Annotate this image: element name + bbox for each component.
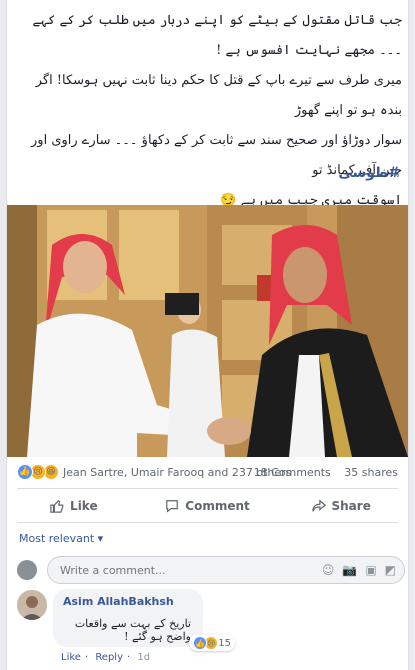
comment-tools: ☺ 📷 ▣ ◩ — [314, 563, 396, 577]
emoji-icon[interactable]: ☺ — [322, 563, 335, 577]
engagement-counts: 18 Comments 35 shares — [244, 466, 398, 479]
comment-icon — [166, 500, 179, 513]
post-line-1: جب قاتل مقتول کے بیٹے کو اپنے دربار میں … — [32, 13, 402, 58]
share-icon — [311, 499, 326, 512]
divider — [17, 488, 398, 489]
post-line-2: میری طرف سے تیرے باپ کے قتل کا حکم دینا … — [35, 73, 402, 118]
photo-illustration — [7, 205, 408, 457]
comment-reply-link[interactable]: Reply — [95, 652, 123, 663]
comment-author-avatar[interactable] — [17, 590, 47, 620]
comment-button[interactable]: Comment — [141, 493, 275, 519]
post-photo[interactable] — [7, 205, 408, 457]
hashtag-link[interactable]: #طوسی — [338, 165, 400, 181]
thumbs-up-icon — [50, 499, 64, 513]
current-user-avatar — [17, 560, 37, 580]
comment-timestamp[interactable]: 1d — [137, 652, 150, 663]
comment-input[interactable] — [58, 562, 314, 578]
like-label: Like — [70, 499, 98, 513]
like-button[interactable]: Like — [7, 493, 141, 519]
gif-icon[interactable]: ▣ — [365, 563, 376, 577]
share-button[interactable]: Share — [274, 493, 408, 519]
person-icon — [17, 590, 47, 620]
comments-count[interactable]: 18 Comments — [254, 466, 331, 479]
comment-reaction-count: 15 — [218, 637, 231, 649]
comment-actions: Like · Reply · 1d — [61, 652, 154, 663]
separator-dot: · — [127, 652, 131, 663]
comment-reactions[interactable]: 👍 😢 15 — [189, 635, 235, 651]
post-card: جب قاتل مقتول کے بیٹے کو اپنے دربار میں … — [6, 0, 409, 670]
comment-bubble: Asim AllahBakhsh تاریخ کے بہت سے واقعات … — [53, 589, 235, 651]
comment-author[interactable]: Asim AllahBakhsh — [63, 595, 174, 608]
comment-like-link[interactable]: Like — [61, 652, 81, 663]
sticker-icon[interactable]: ◩ — [385, 563, 396, 577]
reaction-icons: 👍 😢 😆 — [17, 464, 59, 480]
comment-sort-dropdown[interactable]: Most relevant ▾ — [19, 532, 103, 545]
comment-text: تاریخ کے بہت سے واقعات واضح ہو گئے ! — [74, 617, 191, 643]
post-actions: Like Comment Share — [7, 493, 408, 519]
separator-dot: · — [84, 652, 89, 663]
divider — [17, 522, 398, 523]
comment-input-box: ☺ 📷 ▣ ◩ — [47, 556, 405, 584]
like-reaction-icon: 👍 — [17, 464, 33, 480]
shares-count[interactable]: 35 shares — [344, 466, 398, 479]
camera-icon[interactable]: 📷 — [342, 563, 357, 577]
post-text: جب قاتل مقتول کے بیٹے کو اپنے دربار میں … — [13, 6, 402, 216]
comment-label: Comment — [185, 499, 250, 513]
share-label: Share — [331, 499, 371, 513]
